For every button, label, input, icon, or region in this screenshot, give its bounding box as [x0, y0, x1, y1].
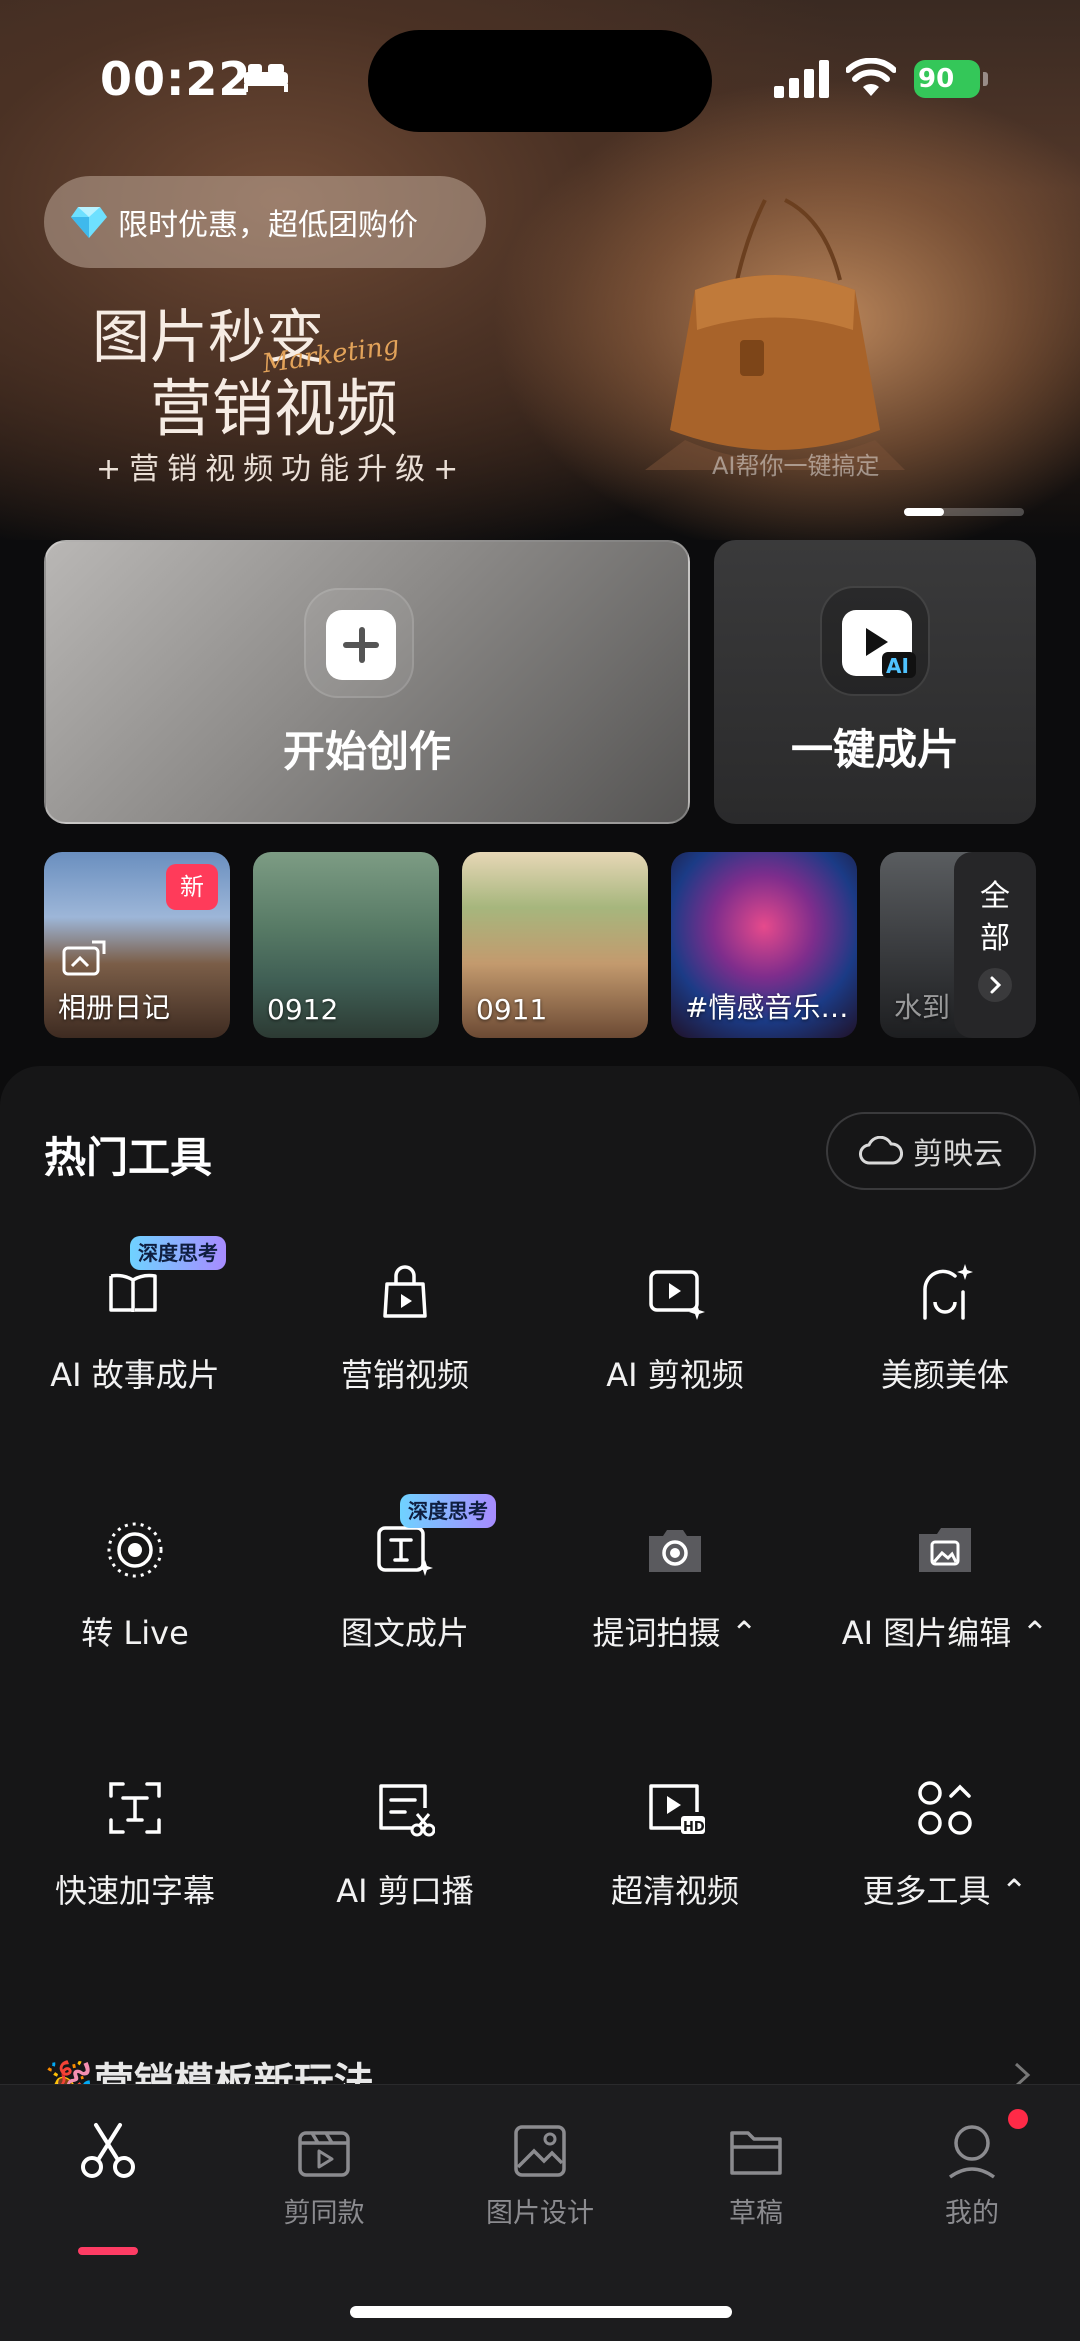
- new-badge: 新: [166, 864, 218, 910]
- tab-templates[interactable]: 剪同款: [216, 2121, 432, 2241]
- tool-label: 美颜美体: [880, 1356, 1009, 1394]
- more-tools-icon: [918, 1781, 972, 1835]
- tool-label: 快速加字幕: [54, 1872, 215, 1910]
- dynamic-island: [368, 30, 712, 132]
- tool-label: AI 图片编辑 ⌃: [841, 1614, 1049, 1652]
- tool-hd-video[interactable]: HD 超清视频: [540, 1778, 810, 1968]
- tab-label: 图片设计: [486, 2198, 594, 2229]
- tab-label: 草稿: [729, 2198, 783, 2229]
- shopping-bag-icon: [383, 1265, 427, 1318]
- draft-label: 0911: [476, 993, 548, 1026]
- all-drafts-button[interactable]: 全部: [954, 852, 1036, 1038]
- status-bar: 00:22 90: [0, 0, 1080, 160]
- plus-icon: [304, 588, 414, 698]
- wifi-icon: [846, 58, 896, 96]
- tool-label: 更多工具 ⌃: [862, 1872, 1028, 1910]
- tab-label: 我的: [945, 2198, 999, 2229]
- draft-label: 相册日记: [58, 991, 171, 1024]
- cellular-signal-icon: [774, 60, 829, 98]
- banner-subline: +营销视频功能升级+: [96, 452, 467, 487]
- draft-label: #情感音乐…: [685, 991, 849, 1024]
- start-creating-button[interactable]: 开始创作: [44, 540, 690, 824]
- cloud-icon: [859, 1136, 903, 1165]
- image-edit-icon: [919, 1528, 971, 1572]
- camera-icon: [649, 1530, 701, 1572]
- folder-icon: [730, 2131, 782, 2175]
- ai-play-icon: AI: [820, 586, 930, 696]
- script-cut-icon: [379, 1784, 435, 1837]
- beauty-icon: [923, 1264, 973, 1320]
- tool-label: AI 故事成片: [50, 1356, 220, 1394]
- tool-label: 转 Live: [81, 1614, 189, 1652]
- bag-product-image: [645, 198, 905, 470]
- clapper-icon: [298, 2131, 350, 2177]
- tool-ai-script-cut[interactable]: AI 剪口播: [270, 1778, 540, 1968]
- svg-text:AI: AI: [886, 654, 909, 678]
- battery-indicator: 90: [914, 60, 988, 98]
- active-tab-indicator: [78, 2247, 138, 2255]
- tool-teleprompter[interactable]: 提词拍摄 ⌃: [540, 1520, 810, 1710]
- tab-image-design[interactable]: 图片设计: [432, 2121, 648, 2241]
- diamond-icon: [71, 207, 107, 238]
- tool-label: 图文成片: [340, 1614, 469, 1652]
- image-design-icon: [514, 2125, 566, 2177]
- draft-emotion-music[interactable]: #情感音乐…: [671, 852, 857, 1038]
- hot-tools-title: 热门工具: [44, 1133, 213, 1182]
- promo-pill[interactable]: 限时优惠，超低团购价: [44, 176, 486, 268]
- deep-thinking-badge: 深度思考: [130, 1236, 226, 1270]
- notification-dot: [1008, 2109, 1028, 2129]
- tool-ai-image-edit[interactable]: AI 图片编辑 ⌃: [810, 1520, 1080, 1710]
- tool-label: 提词拍摄 ⌃: [592, 1614, 758, 1652]
- draft-album-diary[interactable]: 新 相册日记: [44, 852, 230, 1038]
- tab-profile[interactable]: 我的: [864, 2109, 1080, 2241]
- banner-caption: AI帮你一键搞定: [712, 452, 880, 480]
- tool-label: 营销视频: [340, 1356, 469, 1394]
- draft-0911[interactable]: 0911: [462, 852, 648, 1038]
- all-drafts-label: 全部: [980, 879, 1010, 956]
- tool-text-to-video[interactable]: 深度思考 图文成片: [270, 1494, 540, 1710]
- tab-label: 剪同款: [283, 2198, 365, 2229]
- chevron-right-icon: [978, 968, 1012, 1002]
- svg-text:HD: HD: [683, 1820, 705, 1835]
- cloud-label: 剪映云: [913, 1137, 1003, 1172]
- promo-banner[interactable]: 00:22 90 限时优惠，超低团购价 图片秒变 营销视频 Marketing …: [0, 0, 1080, 540]
- one-click-video-label: 一键成片: [790, 725, 959, 774]
- album-icon: [62, 940, 106, 976]
- tool-ai-cut-video[interactable]: AI 剪视频: [540, 1262, 810, 1452]
- tool-ai-story[interactable]: 深度思考 AI 故事成片: [0, 1236, 270, 1452]
- one-click-video-button[interactable]: AI 一键成片: [714, 540, 1036, 824]
- profile-icon: [948, 2125, 996, 2179]
- banner-pager: [904, 508, 1024, 516]
- tool-to-live[interactable]: 转 Live: [0, 1520, 270, 1710]
- live-icon: [107, 1522, 163, 1578]
- draft-label: 水到: [894, 991, 951, 1024]
- tool-more-tools[interactable]: 更多工具 ⌃: [810, 1778, 1080, 1968]
- tool-beauty[interactable]: 美颜美体: [810, 1262, 1080, 1452]
- scissors-icon: [81, 2123, 135, 2178]
- tool-label: AI 剪口播: [336, 1872, 474, 1910]
- promo-text: 限时优惠，超低团购价: [118, 208, 418, 243]
- home-indicator: [350, 2306, 732, 2318]
- tool-quick-subtitles[interactable]: 快速加字幕: [0, 1778, 270, 1968]
- cloud-storage-button[interactable]: 剪映云: [826, 1112, 1036, 1190]
- draft-0912[interactable]: 0912: [253, 852, 439, 1038]
- battery-level: 90: [914, 60, 980, 98]
- tab-drafts[interactable]: 草稿: [648, 2121, 864, 2241]
- deep-thinking-badge: 深度思考: [400, 1494, 496, 1528]
- draft-label: 0912: [267, 993, 339, 1026]
- tool-label: AI 剪视频: [606, 1356, 744, 1394]
- sleep-focus-icon: [244, 64, 288, 92]
- tool-label: 超清视频: [610, 1872, 739, 1910]
- subtitle-icon: [109, 1782, 161, 1834]
- text-sparkle-icon: [377, 1526, 433, 1576]
- tool-marketing-video[interactable]: 营销视频: [270, 1262, 540, 1452]
- start-creating-label: 开始创作: [282, 727, 451, 776]
- bottom-tab-bar: 剪同款 图片设计 草稿 我的: [0, 2084, 1080, 2341]
- hd-video-icon: HD: [649, 1784, 705, 1835]
- book-icon: [109, 1273, 157, 1312]
- video-sparkle-icon: [649, 1270, 705, 1320]
- status-time: 00:22: [100, 52, 252, 106]
- tab-edit[interactable]: [0, 2121, 216, 2255]
